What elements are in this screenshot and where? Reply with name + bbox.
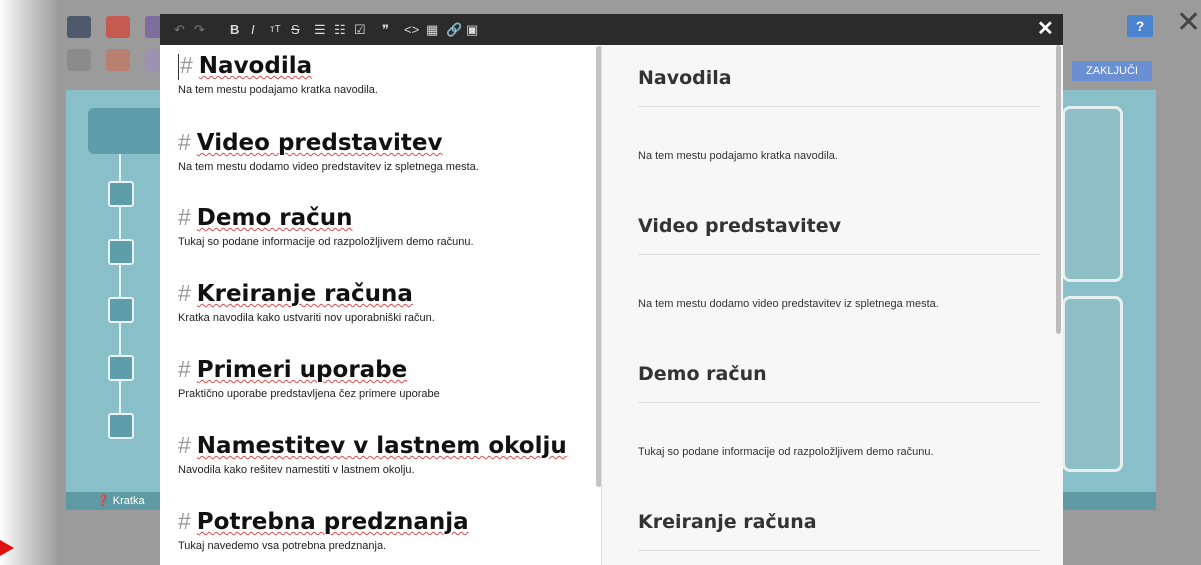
markdown-section: # Navodila Na tem mestu podajamo kratka na… xyxy=(178,51,378,97)
preview-heading: Video predstavitev xyxy=(638,215,841,237)
flow-node[interactable] xyxy=(108,239,134,265)
heading-rule xyxy=(638,254,1040,255)
heading-marker: # xyxy=(180,52,193,78)
task-list-icon[interactable]: ☑ xyxy=(354,21,366,38)
close-editor-button[interactable]: ✕ xyxy=(1037,17,1054,41)
heading-marker: # xyxy=(178,280,191,306)
text-caret xyxy=(178,53,179,80)
preview-paragraph: Na tem mestu podajamo kratka navodila. xyxy=(638,150,838,162)
heading-text: Navodila xyxy=(198,53,313,79)
heading-marker: # xyxy=(178,129,191,155)
flow-node[interactable] xyxy=(108,181,134,207)
footer-label: ❓ Kratka xyxy=(96,495,145,507)
heading-marker: # xyxy=(178,204,191,230)
paragraph-text: Navodila kako rešitev namestiti v lastne… xyxy=(178,464,415,476)
preview-paragraph: Tukaj so podane informacije od razpoložl… xyxy=(638,446,934,458)
preview-paragraph: Na tem mestu dodamo video predstavitev i… xyxy=(638,298,939,310)
markdown-section: # Potrebna predznanja Tukaj navedemo vsa p… xyxy=(178,507,469,553)
heading-text: Kreiranje računa xyxy=(196,281,413,307)
flow-node[interactable] xyxy=(108,297,134,323)
heading-rule xyxy=(638,402,1040,403)
paragraph-text: Tukaj navedemo vsa potrebna predznanja. xyxy=(178,540,387,552)
color-swatch xyxy=(67,49,91,71)
flow-node[interactable] xyxy=(108,355,134,381)
bold-icon[interactable]: B xyxy=(230,21,239,38)
markdown-section: # Demo račun Tukaj so podane informacije o… xyxy=(178,203,474,249)
code-icon[interactable]: <> xyxy=(404,21,419,38)
markdown-heading: # Demo račun xyxy=(178,203,474,232)
paragraph-text: Na tem mestu dodamo video predstavitev i… xyxy=(178,161,479,173)
markdown-section: # Primeri uporabe Praktično uporabe predst… xyxy=(178,355,440,401)
heading-text: Primeri uporabe xyxy=(196,357,408,383)
strikethrough-icon[interactable]: S xyxy=(291,21,300,38)
heading-marker: # xyxy=(178,432,191,458)
flow-card xyxy=(1062,106,1123,282)
paragraph-text: Praktično uporabe predstavljena čez prim… xyxy=(178,388,440,400)
paragraph-text: Na tem mestu podajamo kratka navodila. xyxy=(178,84,378,96)
heading-rule xyxy=(638,106,1040,107)
left-fade xyxy=(0,0,60,565)
editor-toolbar: ↶ ↷ B IᴛT S ☰ ☷ ☑ ❞ <> ▦ 🔗 ▣ xyxy=(160,14,1063,45)
markdown-heading: # Primeri uporabe xyxy=(178,355,440,384)
undo-icon[interactable]: ↶ xyxy=(174,21,185,38)
preview-heading: Navodila xyxy=(638,67,732,89)
finish-button[interactable]: ZAKLJUČI xyxy=(1072,61,1152,81)
heading-text: Demo račun xyxy=(196,205,353,231)
pointer-arrow-icon xyxy=(0,540,14,556)
heading-text: Video predstavitev xyxy=(196,130,443,156)
paragraph-text: Tukaj so podane informacije od razpoložl… xyxy=(178,236,474,248)
quote-icon[interactable]: ❞ xyxy=(382,21,389,38)
question-circle-icon: ❓ xyxy=(96,495,110,507)
color-swatch xyxy=(67,16,91,38)
close-icon[interactable]: ✕ xyxy=(1176,8,1201,38)
heading-marker: # xyxy=(178,356,191,382)
markdown-heading: # Video predstavitev xyxy=(178,128,479,157)
image-icon[interactable]: ▣ xyxy=(466,21,478,38)
color-swatch xyxy=(106,49,130,71)
preview-scrollbar[interactable] xyxy=(1056,45,1061,334)
heading-text: Namestitev v lastnem okolju xyxy=(196,433,567,459)
flow-start-box xyxy=(88,108,168,154)
markdown-section: # Namestitev v lastnem okolju Navodila kak… xyxy=(178,431,567,477)
table-icon[interactable]: ▦ xyxy=(426,21,438,38)
ordered-list-icon[interactable]: ☷ xyxy=(334,21,346,38)
paragraph-text: Kratka navodila kako ustvariti nov upora… xyxy=(178,312,435,324)
heading-marker: # xyxy=(178,508,191,534)
markdown-heading: # Potrebna predznanja xyxy=(178,507,469,536)
markdown-heading: # Namestitev v lastnem okolju xyxy=(178,431,567,460)
italic-icon[interactable]: I xyxy=(251,21,255,38)
markdown-preview: Navodila Na tem mestu podajamo kratka nav… xyxy=(602,45,1063,565)
help-button[interactable]: ? xyxy=(1127,15,1153,37)
flow-node[interactable] xyxy=(108,413,134,439)
flow-card xyxy=(1062,296,1123,472)
markdown-heading: # Navodila xyxy=(178,51,378,80)
markdown-editor: ↶ ↷ B IᴛT S ☰ ☷ ☑ ❞ <> ▦ 🔗 ▣ ✕ # Navodila Na tem mestu… xyxy=(160,14,1063,565)
heading-text: Potrebna predznanja xyxy=(196,509,469,535)
redo-icon[interactable]: ↷ xyxy=(194,21,205,38)
markdown-section: # Kreiranje računa Kratka navodila kako us… xyxy=(178,279,435,325)
preview-heading: Demo račun xyxy=(638,363,767,385)
markdown-input[interactable]: # Navodila Na tem mestu podajamo kratka na… xyxy=(160,45,601,565)
link-icon[interactable]: 🔗 xyxy=(446,21,462,38)
preview-heading: Kreiranje računa xyxy=(638,511,817,533)
unordered-list-icon[interactable]: ☰ xyxy=(314,21,326,38)
heading-icon[interactable]: ᴛT xyxy=(270,21,281,38)
color-swatch xyxy=(106,16,130,38)
heading-rule xyxy=(638,550,1040,551)
markdown-section: # Video predstavitev Na tem mestu dodamo v… xyxy=(178,128,479,174)
markdown-heading: # Kreiranje računa xyxy=(178,279,435,308)
